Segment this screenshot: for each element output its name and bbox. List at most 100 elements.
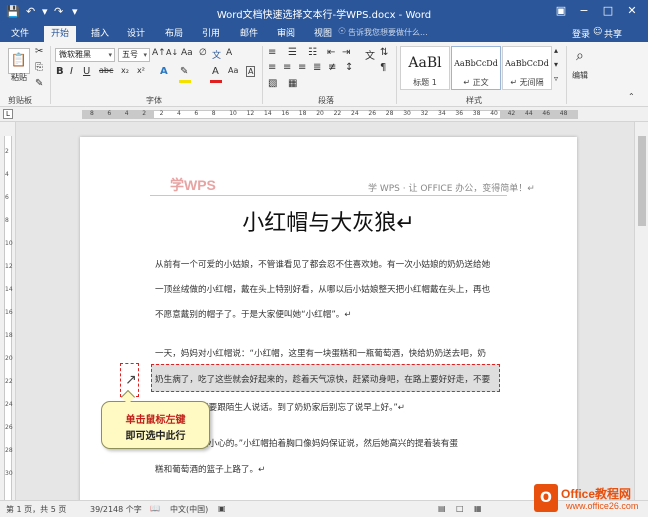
copy-icon[interactable]: ⎘ — [35, 62, 43, 73]
decrease-indent-icon[interactable]: ⇤ — [327, 47, 335, 58]
print-layout-icon[interactable]: □ — [456, 504, 464, 513]
style-normal[interactable]: AaBbCcDd ↵ 正文 — [451, 46, 501, 90]
character-shading-button[interactable]: Aa — [228, 66, 238, 75]
language-status[interactable]: 中文(中国) — [170, 504, 208, 515]
sort-icon[interactable]: ⇅ — [380, 47, 388, 58]
styles-scroll-up-icon[interactable]: ▴ — [554, 46, 558, 55]
text-line[interactable]: 不要跟陌生人说话。到了奶奶家后别忘了说早上好。”↵ — [200, 401, 405, 413]
tell-me-box[interactable]: 告诉我您想要做什么... — [348, 27, 428, 38]
document-title[interactable]: 小红帽与大灰狼↵ — [80, 205, 577, 237]
grow-font-icon[interactable]: A↑ — [152, 48, 166, 58]
text-line[interactable]: 从前有一个可爱的小姑娘，不管谁看见了都会忍不住喜欢她。有一次小姑娘的奶奶送给她 — [155, 258, 490, 270]
ruler-tick-label: 40 — [490, 110, 498, 117]
paste-icon[interactable]: 📋 — [8, 48, 30, 74]
styles-scroll-down-icon[interactable]: ▾ — [554, 60, 558, 69]
distribute-icon[interactable]: ≢ — [328, 62, 336, 73]
find-icon[interactable]: ⌕ — [576, 48, 584, 64]
vertical-scrollbar[interactable] — [634, 122, 648, 500]
ribbon-tabs: 文件 开始 插入 设计 布局 引用 邮件 审阅 视图 ☉ 告诉我您想要做什么..… — [0, 24, 648, 42]
paste-button[interactable]: 粘贴 — [8, 72, 30, 83]
text-line[interactable]: 一顶丝绒做的小红帽，戴在头上特别好看，从哪以后小姑娘整天把小红帽戴在头上，再也 — [155, 283, 490, 295]
tab-selector-icon[interactable]: L — [3, 109, 13, 119]
share-button[interactable]: 共享 — [604, 27, 622, 40]
vertical-ruler[interactable]: 2 4 6 8 10 12 14 16 18 20 22 24 26 28 30 — [0, 122, 16, 500]
highlight-color-swatch — [179, 80, 191, 83]
callout-line-2: 即可选中此行 — [125, 431, 186, 442]
chinese-layout-icon[interactable]: 文 — [365, 47, 375, 62]
text-line[interactable]: 一天，妈妈对小红帽说：“小红帽，这里有一块蛋糕和一瓶葡萄酒，快给奶奶送去吧，奶 — [155, 347, 486, 359]
tab-references[interactable]: 引用 — [195, 26, 227, 42]
tab-insert[interactable]: 插入 — [84, 26, 116, 42]
enclose-characters-icon[interactable]: A — [226, 48, 232, 58]
minimize-button[interactable]: − — [575, 3, 593, 19]
proofing-icon[interactable]: 📖 — [150, 504, 160, 513]
underline-button[interactable]: U — [83, 66, 90, 77]
collapse-ribbon-icon[interactable]: ⌃ — [628, 92, 635, 101]
increase-indent-icon[interactable]: ⇥ — [342, 47, 350, 58]
page-count[interactable]: 第 1 页，共 5 页 — [6, 504, 66, 515]
phonetic-guide-icon[interactable]: 文 — [212, 48, 221, 61]
macro-record-icon[interactable]: ▣ — [218, 504, 226, 513]
tab-review[interactable]: 审阅 — [270, 26, 302, 42]
show-marks-icon[interactable]: ¶ — [380, 62, 386, 73]
text-line[interactable]: 会小心的。”小红帽拍着胸口像妈妈保证说，然后她高兴的提着装有蛋 — [200, 437, 458, 449]
font-size-combo[interactable]: 五号 ▾ — [118, 48, 150, 62]
multilevel-list-icon[interactable]: ☷ — [308, 47, 317, 58]
scrollbar-thumb[interactable] — [638, 136, 646, 226]
line-spacing-icon[interactable]: ↕ — [345, 62, 353, 73]
strikethrough-button[interactable]: abc — [99, 66, 113, 75]
styles-more-icon[interactable]: ▿ — [554, 74, 558, 83]
format-painter-icon[interactable]: ✎ — [35, 78, 43, 89]
align-center-icon[interactable]: ≡ — [283, 62, 291, 73]
ruler-tick-label: 22 — [333, 110, 342, 117]
justify-icon[interactable]: ≣ — [313, 62, 321, 73]
tab-design[interactable]: 设计 — [120, 26, 152, 42]
web-layout-icon[interactable]: ▦ — [474, 504, 482, 513]
style-name: 标题 1 — [413, 78, 437, 87]
text-line[interactable]: 糕和葡萄酒的篮子上路了。↵ — [155, 463, 265, 475]
change-case-icon[interactable]: Aa — [181, 48, 193, 58]
ruler-tick-label: 14 — [264, 110, 272, 117]
read-mode-icon[interactable]: ▤ — [438, 504, 446, 513]
vertical-ruler-tick-label: 12 — [5, 263, 13, 270]
lightbulb-icon: ☉ — [338, 27, 347, 37]
clear-formatting-icon[interactable]: ∅ — [199, 48, 207, 58]
font-color-button[interactable]: A — [212, 66, 219, 77]
horizontal-ruler[interactable]: L 8 6 4 2 2 4 6 8 10 12 14 16 18 20 22 24 26 28 30 32 34 36 38… — [0, 107, 648, 122]
align-right-icon[interactable]: ≡ — [298, 62, 306, 73]
shrink-font-icon[interactable]: A↓ — [166, 48, 178, 57]
numbering-icon[interactable]: ☰ — [288, 47, 297, 58]
tab-layout[interactable]: 布局 — [158, 26, 190, 42]
text-effects-button[interactable]: A — [160, 66, 168, 77]
selected-text-line[interactable]: 奶生病了，吃了这些就会好起来的，趁着天气凉快，赶紧动身吧，在路上要好好走，不要 — [155, 373, 490, 385]
maximize-button[interactable]: □ — [599, 3, 617, 19]
text-line[interactable]: 不愿意戴别的帽子了。于是大家便叫她“小红帽”。↵ — [155, 308, 352, 320]
italic-button[interactable]: I — [70, 66, 73, 77]
ribbon-display-options-icon[interactable]: ▣ — [552, 3, 570, 19]
ruler-tick-label: 30 — [403, 110, 411, 117]
sign-in-link[interactable]: 登录 — [572, 27, 590, 40]
tab-file[interactable]: 文件 — [4, 26, 36, 42]
document-page[interactable]: 学WPS 学 WPS · 让 OFFICE 办公，变得简单！↵ 小红帽与大灰狼↵… — [80, 137, 577, 517]
cut-icon[interactable]: ✂ — [35, 46, 43, 57]
ruler-tick-label: 26 — [368, 110, 377, 117]
font-name-combo[interactable]: 微软雅黑 ▾ — [55, 48, 115, 62]
tab-view[interactable]: 视图 — [307, 26, 339, 42]
editing-button[interactable]: 编辑 — [572, 70, 588, 81]
borders-icon[interactable]: ▦ — [288, 78, 297, 89]
style-no-spacing[interactable]: AaBbCcDd ↵ 无间隔 — [502, 46, 552, 90]
bullets-icon[interactable]: ≡ — [268, 47, 276, 58]
word-count[interactable]: 39/2148 个字 — [90, 504, 142, 515]
ruler-tick-label: 28 — [385, 110, 394, 117]
bold-button[interactable]: B — [56, 66, 64, 77]
subscript-button[interactable]: x₂ — [121, 66, 129, 75]
style-heading-1[interactable]: AaBl 标题 1 — [400, 46, 450, 90]
tab-mailings[interactable]: 邮件 — [233, 26, 265, 42]
tab-home[interactable]: 开始 — [44, 26, 77, 42]
align-left-icon[interactable]: ≡ — [268, 62, 276, 73]
highlight-icon[interactable]: ✎ — [179, 66, 191, 83]
character-border-button[interactable]: A — [246, 66, 256, 77]
superscript-button[interactable]: x² — [137, 66, 145, 75]
shading-icon[interactable]: ▧ — [268, 78, 277, 89]
close-button[interactable]: ✕ — [623, 3, 641, 19]
